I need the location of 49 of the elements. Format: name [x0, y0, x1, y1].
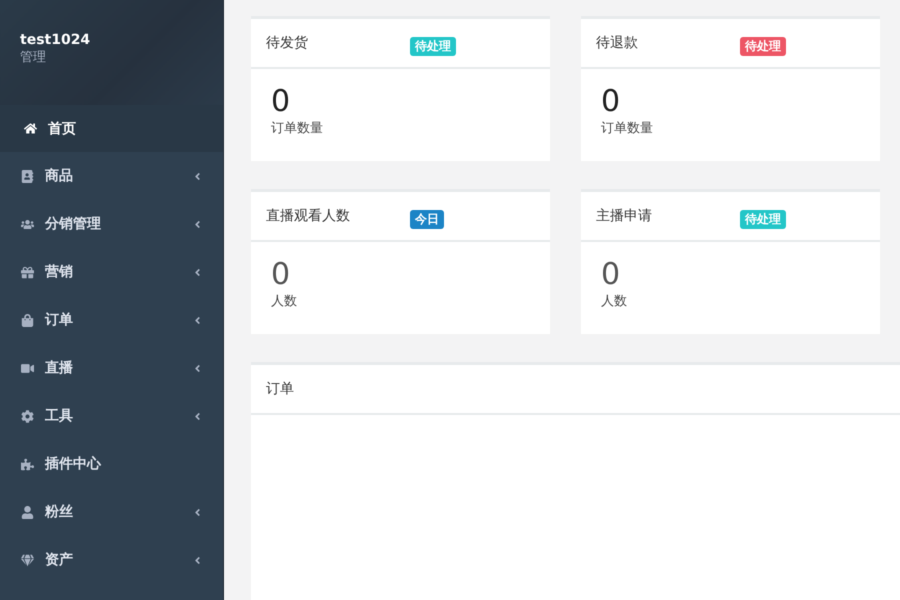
- sidebar-item[interactable]: 订单: [0, 296, 223, 344]
- stat-caption: 订单数量: [601, 120, 653, 137]
- status-badge: 待处理: [740, 210, 786, 228]
- sidebar-item[interactable]: 营销: [0, 248, 223, 296]
- stat-caption: 人数: [271, 293, 297, 310]
- sidebar-item[interactable]: 直播: [0, 344, 223, 392]
- card-title: 主播申请: [596, 207, 653, 225]
- card-title: 直播观看人数: [266, 207, 351, 225]
- sidebar-item[interactable]: 商品: [0, 152, 223, 200]
- stat-value: 0: [271, 258, 290, 292]
- user-icon: [19, 506, 35, 518]
- stat-caption: 订单数量: [271, 120, 323, 137]
- stat-caption: 人数: [601, 293, 627, 310]
- stat-value: 0: [601, 258, 620, 292]
- puzzle-piece-icon: [19, 458, 35, 470]
- shopping-bag-icon: [19, 314, 35, 326]
- sidebar-item[interactable]: 工具: [0, 392, 223, 440]
- sidebar-item-label: 资产: [45, 551, 74, 569]
- settings-icon: [19, 410, 35, 422]
- sidebar-item[interactable]: 粉丝: [0, 488, 223, 536]
- sidebar-item[interactable]: 分销管理: [0, 200, 223, 248]
- status-badge: 待处理: [740, 36, 786, 56]
- sidebar-item-label: 首页: [48, 120, 77, 138]
- card-title: 待退款: [596, 34, 639, 52]
- stat-value: 0: [271, 85, 290, 119]
- sidebar-item-label: 工具: [45, 407, 74, 425]
- users-icon: [19, 218, 35, 230]
- stat-value: 0: [601, 85, 620, 119]
- card-title: 待发货: [266, 34, 309, 52]
- user-role: 管理: [20, 49, 46, 66]
- sidebar-item-label: 插件中心: [45, 455, 102, 473]
- panel-title: 订单: [266, 380, 295, 398]
- status-badge: 今日: [410, 210, 444, 228]
- sidebar-item[interactable]: 首页: [0, 105, 223, 152]
- sidebar-item-label: 分销管理: [45, 215, 102, 233]
- gem-icon: [19, 554, 35, 566]
- sidebar-item-label: 商品: [45, 167, 74, 185]
- video-camera-icon: [19, 362, 35, 374]
- status-badge: 待处理: [410, 36, 456, 56]
- sidebar-item[interactable]: 资产: [0, 536, 223, 584]
- sidebar-item-label: 直播: [45, 359, 74, 377]
- sidebar-item-label: 粉丝: [45, 503, 74, 521]
- home-icon: [22, 122, 38, 135]
- sidebar-item-label: 营销: [45, 263, 74, 281]
- sidebar-item[interactable]: 插件中心: [0, 440, 223, 488]
- user-name: test1024: [20, 32, 90, 48]
- address-book-icon: [19, 170, 35, 182]
- sidebar-item-label: 订单: [45, 311, 74, 329]
- gift-icon: [19, 266, 35, 278]
